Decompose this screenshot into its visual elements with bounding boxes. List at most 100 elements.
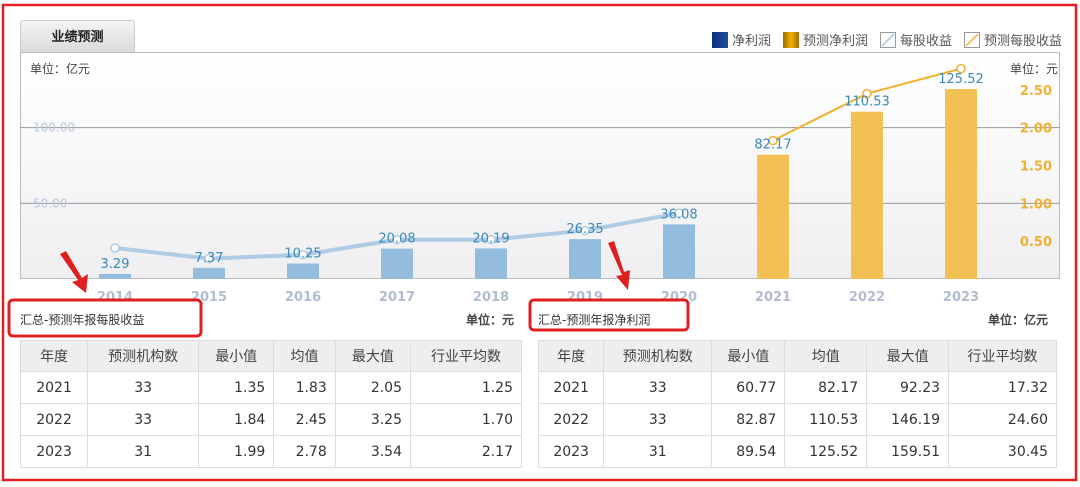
bar-value-label: 36.08 (660, 207, 697, 222)
x-axis-tick: 2022 (849, 290, 885, 305)
table-cell: 110.53 (784, 403, 868, 436)
column-header: 预测机构数 (603, 340, 713, 372)
bar-value-label: 125.52 (938, 72, 984, 87)
column-header: 预测机构数 (87, 340, 200, 372)
eps-point (110, 243, 120, 253)
forecast-eps-line-swatch-icon (963, 31, 980, 48)
column-header: 行业平均数 (948, 340, 1057, 372)
bar-2016 (287, 263, 319, 279)
legend-label: 净利润 (731, 34, 771, 49)
right-axis-tick: 1.50 (1020, 160, 1052, 175)
eps-line-swatch-icon (879, 31, 896, 48)
table-row: 2023 31 89.54 125.52 159.51 30.45 (537, 435, 1057, 468)
table-cell: 92.23 (866, 371, 950, 404)
legend-net-profit[interactable]: 净利润 (711, 30, 771, 49)
bar-2021 (757, 154, 789, 279)
bar-value-label: 20.08 (378, 232, 415, 247)
table-cell: 60.77 (711, 371, 786, 404)
table-cell: 2022 (19, 403, 89, 436)
table-cell: 1.84 (198, 403, 275, 436)
bar-value-label: 26.35 (566, 222, 603, 237)
table-cell: 31 (87, 435, 200, 468)
bar-value-label: 20.19 (472, 231, 509, 246)
x-axis-tick: 2019 (567, 290, 603, 305)
net-profit-swatch-icon (711, 31, 728, 48)
profit-table-unit: 单位：亿元 (988, 313, 1049, 327)
legend-label: 预测每股收益 (983, 34, 1062, 49)
x-axis-tick: 2018 (473, 290, 509, 305)
bar-2018 (475, 248, 507, 279)
legend-label: 每股收益 (899, 34, 952, 49)
table-cell: 3.54 (334, 435, 411, 468)
bar-value-label: 10.25 (284, 246, 321, 261)
bar-value-label: 3.29 (101, 257, 130, 272)
bar-2020 (663, 224, 695, 279)
table-cell: 1.99 (198, 435, 275, 468)
legend-forecast-eps[interactable]: 预测每股收益 (963, 30, 1062, 49)
table-cell: 125.52 (784, 435, 868, 468)
bar-value-label: 7.37 (195, 251, 224, 266)
table-cell: 33 (87, 371, 200, 404)
table-row: 2021 33 1.35 1.83 2.05 1.25 (19, 371, 523, 404)
table-cell: 17.32 (948, 371, 1057, 404)
table-cell: 1.70 (409, 403, 523, 436)
table-cell: 2.05 (334, 371, 411, 404)
column-header: 均值 (784, 340, 868, 372)
tab-earnings-forecast[interactable]: 业绩预测 (20, 20, 135, 53)
legend-label: 预测净利润 (802, 34, 868, 49)
chart-legend: 净利润 预测净利润 每股收益 预测每股收益 (711, 30, 1062, 49)
table-cell: 82.87 (711, 403, 786, 436)
table-cell: 146.19 (866, 403, 950, 436)
column-header: 行业平均数 (409, 340, 523, 372)
table-cell: 30.45 (948, 435, 1057, 468)
forecast-profit-swatch-icon (782, 31, 799, 48)
bar-value-label: 110.53 (844, 95, 890, 110)
table-cell: 1.35 (198, 371, 275, 404)
table-cell: 2.17 (409, 435, 523, 468)
profit-table-title: 汇总-预测年报净利润 (538, 313, 651, 327)
bar-2015 (193, 267, 225, 279)
eps-forecast-table: 年度 预测机构数 最小值 均值 最大值 行业平均数 2021 33 1.35 1.83 2.05 1.… (19, 340, 523, 468)
legend-forecast-net-profit[interactable]: 预测净利润 (782, 30, 868, 49)
bar-2022 (851, 111, 883, 279)
bar-2019 (569, 239, 601, 279)
column-header: 均值 (273, 340, 336, 372)
table-header-row: 年度 预测机构数 最小值 均值 最大值 行业平均数 (537, 340, 1057, 372)
bar-value-label: 82.17 (754, 138, 791, 153)
table-cell: 2.45 (273, 403, 336, 436)
table-cell: 82.17 (784, 371, 868, 404)
left-axis-tick: 50.00 (33, 196, 67, 210)
bar-2023 (945, 89, 977, 279)
table-cell: 2023 (537, 435, 605, 468)
table-row: 2022 33 1.84 2.45 3.25 1.70 (19, 403, 523, 436)
x-axis-tick: 2023 (943, 290, 979, 305)
eps-table-unit: 单位：元 (466, 313, 515, 327)
bar-2014 (99, 274, 131, 279)
table-cell: 24.60 (948, 403, 1057, 436)
table-cell: 2.78 (273, 435, 336, 468)
x-axis-tick: 2015 (191, 290, 227, 305)
profit-forecast-table: 年度 预测机构数 最小值 均值 最大值 行业平均数 2021 33 60.77 82.17 92.2… (537, 340, 1057, 468)
table-cell: 2022 (537, 403, 605, 436)
column-header: 年度 (19, 340, 89, 372)
table-cell: 2021 (19, 371, 89, 404)
legend-eps[interactable]: 每股收益 (879, 30, 952, 49)
table-cell: 2023 (19, 435, 89, 468)
table-row: 2023 31 1.99 2.78 3.54 2.17 (19, 435, 523, 468)
table-cell: 3.25 (334, 403, 411, 436)
column-header: 最小值 (198, 340, 275, 372)
table-row: 2022 33 82.87 110.53 146.19 24.60 (537, 403, 1057, 436)
right-axis-tick: 2.50 (1020, 84, 1052, 99)
column-header: 最小值 (711, 340, 786, 372)
table-cell: 31 (603, 435, 713, 468)
table-cell: 33 (603, 371, 713, 404)
eps-table-title: 汇总-预测年报每股收益 (20, 313, 145, 327)
x-axis-tick: 2017 (379, 290, 415, 305)
table-cell: 1.83 (273, 371, 336, 404)
table-cell: 1.25 (409, 371, 523, 404)
column-header: 年度 (537, 340, 605, 372)
x-axis-tick: 2020 (661, 290, 697, 305)
table-cell: 89.54 (711, 435, 786, 468)
left-axis-tick: 100.00 (33, 121, 75, 135)
right-axis-tick: 2.00 (1020, 122, 1052, 137)
